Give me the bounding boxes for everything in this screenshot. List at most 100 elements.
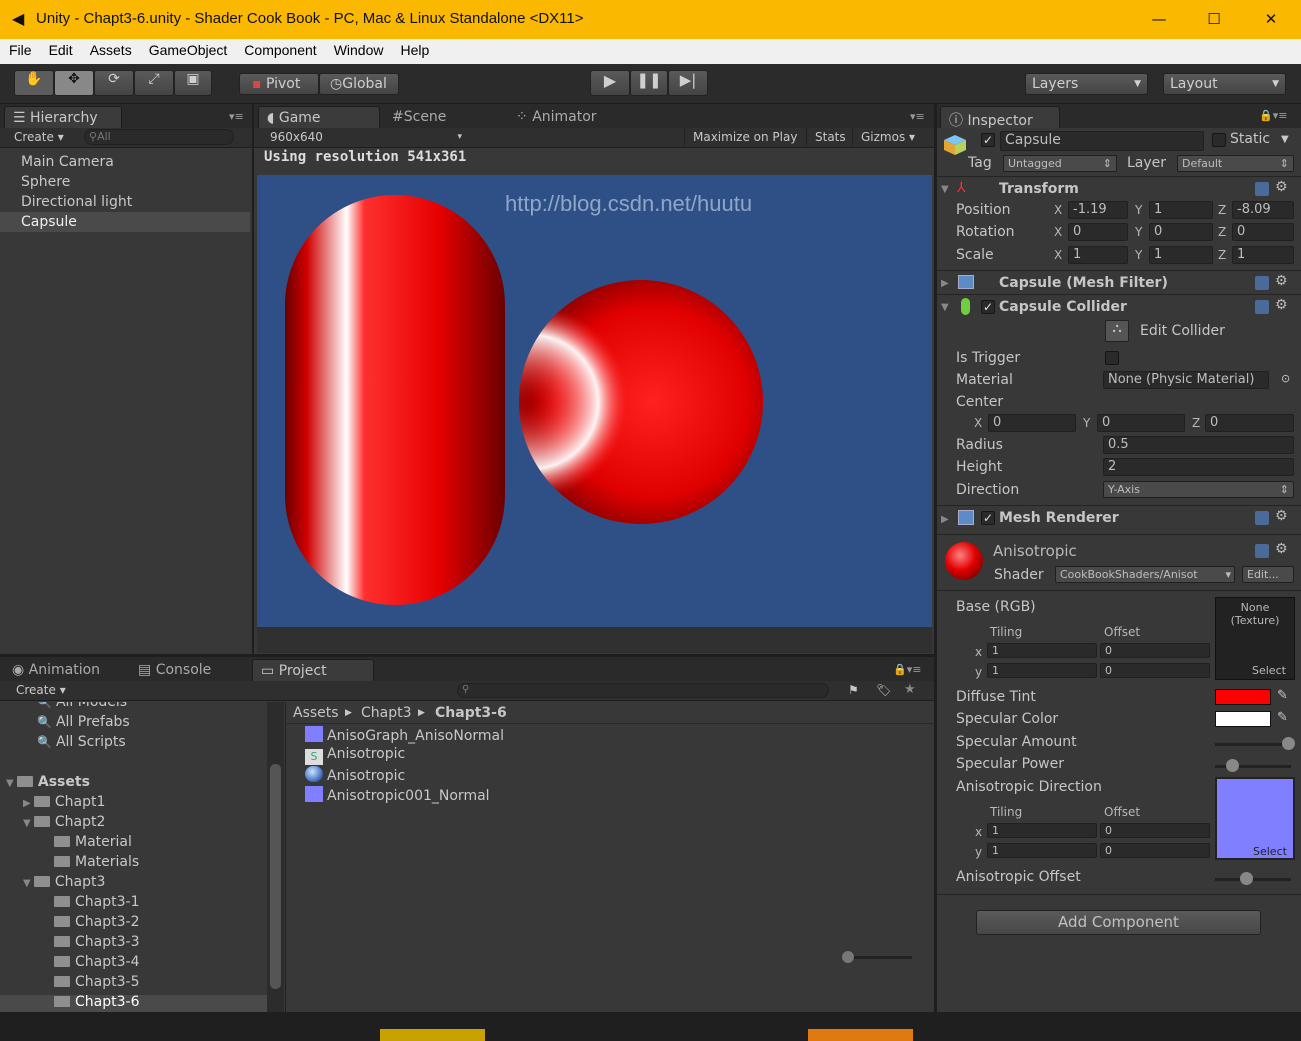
aniso-offset-thumb[interactable]	[1240, 872, 1253, 885]
menu-gameobject[interactable]: GameObject	[140, 39, 236, 58]
foldout-arrow-icon[interactable]: ▼	[941, 184, 949, 195]
file-item[interactable]: Anisotropic001_Normal	[305, 786, 490, 806]
base-tiling-x-field[interactable]: 1	[987, 643, 1097, 658]
is-trigger-checkbox[interactable]	[1105, 351, 1119, 365]
center-y-field[interactable]: 0	[1097, 414, 1185, 432]
help-book-icon[interactable]	[1255, 544, 1269, 558]
favorite-star-icon[interactable]: ★	[904, 682, 916, 697]
help-book-icon[interactable]	[1255, 276, 1269, 290]
layer-dropdown[interactable]: Default ⇕	[1177, 155, 1294, 172]
aniso-offset-slider[interactable]	[1215, 878, 1291, 881]
aniso-tiling-x-field[interactable]: 1	[987, 823, 1097, 838]
tag-dropdown[interactable]: Untagged ⇕	[1003, 155, 1117, 172]
object-name-field[interactable]: Capsule	[1000, 131, 1204, 151]
texture-select-button[interactable]: Select	[1253, 845, 1287, 858]
position-x-field[interactable]: -1.19	[1068, 201, 1128, 219]
center-z-field[interactable]: 0	[1205, 414, 1294, 432]
filter-type-icon[interactable]: ⚑	[848, 683, 859, 697]
play-button[interactable]: ▶	[590, 70, 630, 96]
tab-scene[interactable]: #Scene	[384, 106, 446, 128]
foldout-arrow-icon[interactable]: ▶	[941, 514, 949, 525]
help-book-icon[interactable]	[1255, 182, 1269, 196]
global-button[interactable]: ◷Global	[319, 73, 399, 95]
layout-dropdown[interactable]: Layout ▼	[1163, 73, 1286, 95]
base-offset-x-field[interactable]: 0	[1100, 643, 1210, 658]
file-item[interactable]: AnisoGraph_AnisoNormal	[305, 726, 504, 746]
foldout-arrow-icon[interactable]: ▼	[23, 878, 34, 889]
filter-label-icon[interactable]: 🏷	[876, 683, 891, 697]
tree-scrollbar-thumb[interactable]	[270, 764, 281, 989]
favorite-item-all-prefabs[interactable]: 🔍 All Prefabs	[37, 714, 130, 734]
stats-toggle[interactable]: Stats	[806, 128, 850, 148]
resolution-dropdown[interactable]: 960x640 ▾	[270, 130, 462, 144]
tree-item-materials[interactable]: Materials	[54, 854, 139, 874]
center-x-field[interactable]: 0	[988, 414, 1076, 432]
scale-y-field[interactable]: 1	[1149, 246, 1213, 264]
direction-dropdown[interactable]: Y-Axis ⇕	[1103, 481, 1294, 498]
gear-icon[interactable]: ⚙	[1275, 541, 1288, 557]
menu-file[interactable]: File	[0, 39, 40, 58]
create-dropdown[interactable]: Create ▾	[14, 130, 64, 144]
rect-tool-button[interactable]: ▣	[174, 70, 212, 96]
foldout-arrow-icon[interactable]: ▶	[23, 798, 34, 809]
minimize-button[interactable]: —	[1136, 6, 1182, 32]
menu-edit[interactable]: Edit	[40, 39, 81, 58]
specular-amount-slider[interactable]	[1215, 743, 1291, 746]
menu-help[interactable]: Help	[391, 39, 437, 58]
tree-item-assets[interactable]: ▼ Assets	[6, 774, 90, 794]
icon-size-thumb[interactable]	[842, 951, 854, 963]
menu-window[interactable]: Window	[325, 39, 392, 58]
eyedropper-icon[interactable]: ✎	[1277, 710, 1288, 725]
maximize-on-play-toggle[interactable]: Maximize on Play	[684, 128, 801, 148]
close-button[interactable]: ✕	[1248, 6, 1294, 32]
specular-amount-thumb[interactable]	[1282, 737, 1295, 750]
breadcrumb-chapt3[interactable]: Chapt3	[361, 705, 412, 721]
specular-power-thumb[interactable]	[1226, 759, 1239, 772]
eyedropper-icon[interactable]: ✎	[1277, 688, 1288, 703]
menu-assets[interactable]: Assets	[81, 39, 140, 58]
favorite-item-all-models[interactable]: 🔍 All Models	[37, 702, 127, 714]
collider-enabled-checkbox[interactable]: ✓	[981, 300, 995, 314]
hierarchy-search-input[interactable]: ⚲All	[84, 129, 234, 145]
project-search-input[interactable]: ⚲	[457, 683, 829, 698]
file-item[interactable]: S Anisotropic	[305, 746, 405, 766]
foldout-arrow-icon[interactable]: ▶	[941, 278, 949, 289]
radius-field[interactable]: 0.5	[1103, 436, 1294, 454]
tree-scrollbar[interactable]	[267, 702, 284, 1012]
tab-hierarchy[interactable]: ☰ Hierarchy	[4, 106, 122, 128]
hand-tool-button[interactable]: ✋	[14, 70, 54, 96]
game-viewport[interactable]: http://blog.csdn.net/huutu	[257, 175, 932, 627]
tab-game[interactable]: ◖ Game	[258, 106, 380, 128]
gear-icon[interactable]: ⚙	[1275, 273, 1288, 289]
height-field[interactable]: 2	[1103, 458, 1294, 476]
rotation-z-field[interactable]: 0	[1232, 223, 1294, 241]
hierarchy-item-main-camera[interactable]: Main Camera	[21, 154, 114, 174]
tab-animation[interactable]: ◉ Animation	[4, 659, 100, 681]
foldout-arrow-icon[interactable]: ▼	[23, 818, 34, 829]
tab-inspector[interactable]: ⓘ Inspector	[940, 106, 1060, 129]
tree-item-chapt3[interactable]: ▼ Chapt3	[23, 874, 105, 894]
tree-item-chapt3-1[interactable]: Chapt3-1	[54, 894, 139, 914]
renderer-enabled-checkbox[interactable]: ✓	[981, 511, 995, 525]
step-button[interactable]: ▶|	[668, 70, 708, 96]
shader-dropdown[interactable]: CookBookShaders/Anisot ▾	[1055, 566, 1235, 583]
lock-icon[interactable]: 🔒▾≡	[1259, 109, 1287, 122]
tree-item-chapt3-5[interactable]: Chapt3-5	[54, 974, 139, 994]
file-item[interactable]: Anisotropic	[305, 766, 405, 786]
tree-item-chapt3-3[interactable]: Chapt3-3	[54, 934, 139, 954]
scale-tool-button[interactable]: ⤢	[134, 70, 174, 96]
panel-menu-icon[interactable]: ▾≡	[910, 110, 925, 123]
rotate-tool-button[interactable]: ⟳	[94, 70, 134, 96]
hierarchy-item-directional-light[interactable]: Directional light	[21, 194, 132, 214]
aniso-tiling-y-field[interactable]: 1	[987, 843, 1097, 858]
position-z-field[interactable]: -8.09	[1232, 201, 1294, 219]
help-book-icon[interactable]	[1255, 511, 1269, 525]
diffuse-color-swatch[interactable]	[1215, 689, 1271, 705]
texture-select-button[interactable]: Select	[1252, 664, 1286, 677]
physic-material-field[interactable]: None (Physic Material)	[1103, 371, 1269, 389]
foldout-arrow-icon[interactable]: ▼	[941, 302, 949, 313]
hierarchy-item-sphere[interactable]: Sphere	[21, 174, 70, 194]
static-checkbox[interactable]	[1212, 133, 1226, 147]
base-tiling-y-field[interactable]: 1	[987, 663, 1097, 678]
aniso-texture-slot[interactable]: Select	[1215, 777, 1295, 860]
